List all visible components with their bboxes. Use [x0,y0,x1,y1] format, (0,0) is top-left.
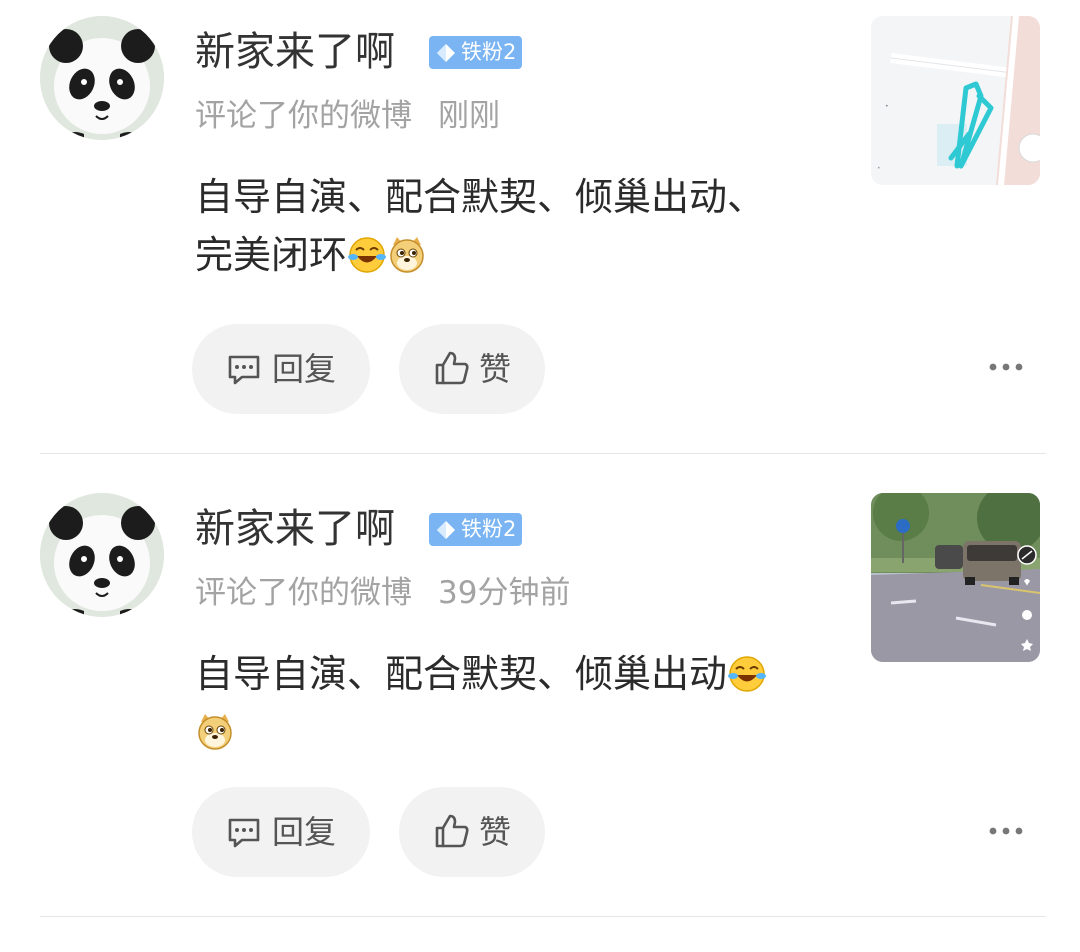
more-options-icon[interactable] [986,352,1026,382]
comment-icon [228,818,260,848]
map-route-image: • • [871,16,1040,185]
comment-content[interactable]: 自导自演、配合默契、倾巢出动、 完美闭环 [195,168,835,284]
divider [40,916,1046,917]
reply-label: 回复 [272,350,337,388]
comment-content[interactable]: 自导自演、配合默契、倾巢出动 [195,645,835,761]
reply-button[interactable]: 回复 [192,324,370,414]
svg-text:•: • [885,103,889,110]
comment-line: 自导自演、配合默契、倾巢出动 [195,652,728,696]
comment-line: 自导自演、配合默契、倾巢出动、 [195,175,766,219]
divider [40,453,1046,454]
notification-item[interactable]: 新家来了啊 铁粉2 评论了你的微博 刚刚 自导自演、配合默契、倾巢出动、 完美闭环 [0,0,1080,463]
fan-badge: 铁粉2 [429,36,522,69]
user-name[interactable]: 新家来了啊 [195,26,395,78]
doge-emoji [390,237,424,273]
doge-emoji [198,714,232,750]
action-text: 评论了你的微博 [195,98,412,134]
panda-avatar-image [40,493,164,617]
comment-icon [228,355,260,385]
reply-label: 回复 [272,813,337,851]
comment-line: 完美闭环 [195,233,348,277]
notification-item[interactable]: 新家来了啊 铁粉2 评论了你的微博 39分钟前 自导自演、配合默契、倾巢出动 回… [0,477,1080,940]
diamond-icon [437,521,455,539]
street-car-image [871,493,1040,662]
laugh-cry-emoji [728,656,767,692]
meta-line: 评论了你的微博 刚刚 [195,96,500,136]
timestamp: 39分钟前 [438,575,571,611]
post-thumbnail[interactable] [871,493,1040,662]
timestamp: 刚刚 [438,98,500,134]
avatar[interactable] [40,16,164,140]
laugh-cry-emoji [348,237,387,273]
thumbs-up-icon [435,814,469,848]
thumbs-up-icon [435,351,469,385]
svg-text:•: • [877,165,881,172]
like-label: 赞 [479,813,512,851]
action-text: 评论了你的微博 [195,575,412,611]
user-name[interactable]: 新家来了啊 [195,503,395,555]
badge-label: 铁粉2 [461,517,517,541]
fan-badge: 铁粉2 [429,513,522,546]
meta-line: 评论了你的微博 39分钟前 [195,573,570,613]
post-thumbnail[interactable]: • • [871,16,1040,185]
reply-button[interactable]: 回复 [192,787,370,877]
like-label: 赞 [479,350,512,388]
badge-label: 铁粉2 [461,40,517,64]
more-options-icon[interactable] [986,816,1026,846]
diamond-icon [437,44,455,62]
like-button[interactable]: 赞 [399,324,545,414]
panda-avatar-image [40,16,164,140]
like-button[interactable]: 赞 [399,787,545,877]
avatar[interactable] [40,493,164,617]
